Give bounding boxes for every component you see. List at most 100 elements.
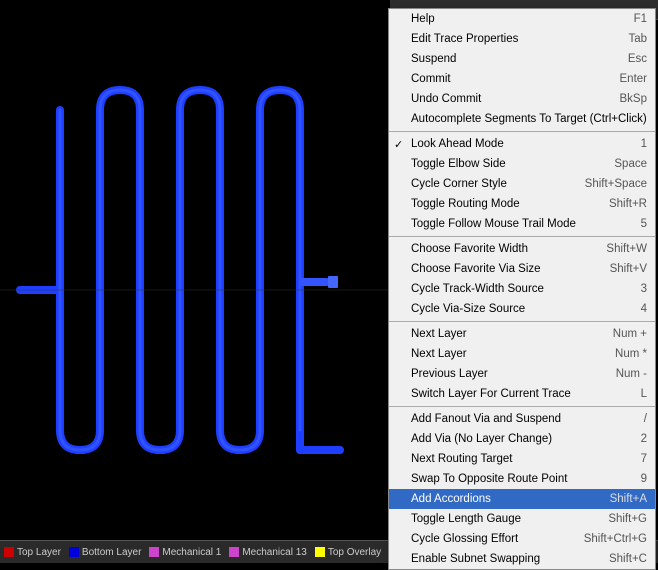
menu-item-label: Cycle Corner Style xyxy=(411,178,569,190)
menu-item-choose-width[interactable]: Choose Favorite Width Shift+W xyxy=(389,239,655,259)
menu-item-next-routing[interactable]: Next Routing Target 7 xyxy=(389,449,655,469)
menu-item-cycle-corner[interactable]: Cycle Corner Style Shift+Space xyxy=(389,174,655,194)
layer-item-bottom-layer[interactable]: Bottom Layer xyxy=(69,547,141,558)
menu-item-shortcut: 1 xyxy=(641,138,647,150)
menu-item-label: Next Layer xyxy=(411,328,597,340)
menu-item-label: Add Via (No Layer Change) xyxy=(411,433,625,445)
menu-item-shortcut: 7 xyxy=(641,453,647,465)
menu-items-container: Help F1 Edit Trace Properties Tab Suspend Esc… xyxy=(389,9,655,569)
menu-item-label: Toggle Routing Mode xyxy=(411,198,593,210)
menu-item-toggle-follow[interactable]: Toggle Follow Mouse Trail Mode5 xyxy=(389,214,655,234)
menu-item-label: Choose Favorite Width xyxy=(411,243,590,255)
menu-item-shortcut: Shift+Ctrl+G xyxy=(584,533,647,545)
menu-item-shortcut: Shift+V xyxy=(610,263,647,275)
menu-item-toggle-routing[interactable]: Toggle Routing Mode Shift+R xyxy=(389,194,655,214)
menu-item-shortcut: Num + xyxy=(613,328,647,340)
menu-item-shortcut: 2 xyxy=(641,433,647,445)
menu-item-add-via[interactable]: Add Via (No Layer Change) 2 xyxy=(389,429,655,449)
menu-item-label: Toggle Elbow Side xyxy=(411,158,598,170)
layer-color-swatch xyxy=(4,547,14,557)
menu-item-label: Undo Commit xyxy=(411,93,604,105)
menu-item-shortcut: BkSp xyxy=(620,93,648,105)
context-menu: Help F1 Edit Trace Properties Tab Suspend Esc… xyxy=(388,8,656,570)
menu-item-label: Toggle Length Gauge xyxy=(411,513,592,525)
menu-item-label: Choose Favorite Via Size xyxy=(411,263,594,275)
menu-item-toggle-gauge[interactable]: Toggle Length Gauge Shift+G xyxy=(389,509,655,529)
layer-color-swatch xyxy=(149,547,159,557)
menu-item-label: Cycle Glossing Effort xyxy=(411,533,568,545)
menu-item-shortcut: Tab xyxy=(628,33,647,45)
menu-item-label: Edit Trace Properties xyxy=(411,33,612,45)
menu-divider xyxy=(389,131,655,132)
menu-item-label: Cycle Track-Width Source xyxy=(411,283,625,295)
layer-label: Top Overlay xyxy=(328,547,381,558)
menu-item-look-ahead[interactable]: ✓ Look Ahead Mode 1 xyxy=(389,134,655,154)
menu-item-label: Add Fanout Via and Suspend xyxy=(411,413,628,425)
menu-item-shortcut: 3 xyxy=(641,283,647,295)
menu-item-shortcut: Shift+R xyxy=(609,198,647,210)
menu-item-label: Cycle Via-Size Source xyxy=(411,303,625,315)
menu-item-shortcut: Shift+A xyxy=(610,493,647,505)
menu-item-shortcut: Shift+G xyxy=(608,513,647,525)
menu-item-shortcut: Space xyxy=(614,158,647,170)
pcb-canvas-area xyxy=(0,0,390,540)
menu-item-shortcut: Num - xyxy=(616,368,647,380)
menu-item-next-layer-star[interactable]: Next Layer Num * xyxy=(389,344,655,364)
menu-item-shortcut: Num * xyxy=(615,348,647,360)
menu-item-label: Suspend xyxy=(411,53,612,65)
menu-item-label: Switch Layer For Current Trace xyxy=(411,388,625,400)
menu-item-label: Next Routing Target xyxy=(411,453,625,465)
menu-item-shortcut: 9 xyxy=(641,473,647,485)
layer-color-swatch xyxy=(315,547,325,557)
layer-item-top-overlay[interactable]: Top Overlay xyxy=(315,547,381,558)
layer-label: Mechanical 1 xyxy=(162,547,221,558)
menu-item-cycle-via[interactable]: Cycle Via-Size Source 4 xyxy=(389,299,655,319)
menu-item-shortcut: 4 xyxy=(641,303,647,315)
menu-item-shortcut: Shift+W xyxy=(606,243,647,255)
menu-item-label: Help xyxy=(411,13,618,25)
menu-item-switch-layer[interactable]: Switch Layer For Current Trace L xyxy=(389,384,655,404)
menu-item-shortcut: Esc xyxy=(628,53,647,65)
menu-item-label: Previous Layer xyxy=(411,368,600,380)
menu-item-next-layer-plus[interactable]: Next Layer Num + xyxy=(389,324,655,344)
layer-label: Mechanical 13 xyxy=(242,547,306,558)
menu-item-cycle-glossing[interactable]: Cycle Glossing Effort Shift+Ctrl+G xyxy=(389,529,655,549)
menu-item-shortcut: F1 xyxy=(634,13,647,25)
menu-item-label: Commit xyxy=(411,73,604,85)
layer-label: Top Layer xyxy=(17,547,61,558)
menu-item-undo-commit[interactable]: Undo Commit BkSp xyxy=(389,89,655,109)
menu-item-label: Next Layer xyxy=(411,348,599,360)
menu-item-toggle-elbow[interactable]: Toggle Elbow Side Space xyxy=(389,154,655,174)
menu-item-add-accordions[interactable]: Add AccordionsShift+A xyxy=(389,489,655,509)
layer-label: Bottom Layer xyxy=(82,547,141,558)
menu-item-shortcut: Shift+C xyxy=(609,553,647,565)
menu-item-label: Swap To Opposite Route Point xyxy=(411,473,625,485)
menu-item-enable-subnet[interactable]: Enable Subnet Swapping Shift+C xyxy=(389,549,655,569)
layer-item-mech13[interactable]: Mechanical 13 xyxy=(229,547,306,558)
menu-item-shortcut: 5 xyxy=(641,218,647,230)
layer-color-swatch xyxy=(69,547,79,557)
pcb-svg xyxy=(0,0,390,540)
menu-item-edit-trace[interactable]: Edit Trace Properties Tab xyxy=(389,29,655,49)
menu-item-commit[interactable]: Commit Enter xyxy=(389,69,655,89)
menu-item-fanout[interactable]: Add Fanout Via and Suspend / xyxy=(389,409,655,429)
menu-item-shortcut: / xyxy=(644,413,647,425)
menu-item-swap-route[interactable]: Swap To Opposite Route Point 9 xyxy=(389,469,655,489)
layer-color-swatch xyxy=(229,547,239,557)
menu-item-label: Autocomplete Segments To Target (Ctrl+Cl… xyxy=(411,113,647,125)
layer-item-mech1[interactable]: Mechanical 1 xyxy=(149,547,221,558)
menu-item-label: Look Ahead Mode xyxy=(411,138,625,150)
menu-item-shortcut: Shift+Space xyxy=(585,178,647,190)
checkmark-icon: ✓ xyxy=(394,138,403,151)
menu-item-shortcut: L xyxy=(641,388,647,400)
menu-item-shortcut: Enter xyxy=(620,73,648,85)
menu-item-suspend[interactable]: Suspend Esc xyxy=(389,49,655,69)
menu-item-cycle-track[interactable]: Cycle Track-Width Source 3 xyxy=(389,279,655,299)
menu-item-prev-layer[interactable]: Previous Layer Num - xyxy=(389,364,655,384)
menu-item-autocomplete[interactable]: Autocomplete Segments To Target (Ctrl+Cl… xyxy=(389,109,655,129)
menu-item-label: Enable Subnet Swapping xyxy=(411,553,593,565)
layer-item-top-layer[interactable]: Top Layer xyxy=(4,547,61,558)
menu-divider xyxy=(389,321,655,322)
menu-item-choose-via[interactable]: Choose Favorite Via Size Shift+V xyxy=(389,259,655,279)
menu-item-help[interactable]: Help F1 xyxy=(389,9,655,29)
